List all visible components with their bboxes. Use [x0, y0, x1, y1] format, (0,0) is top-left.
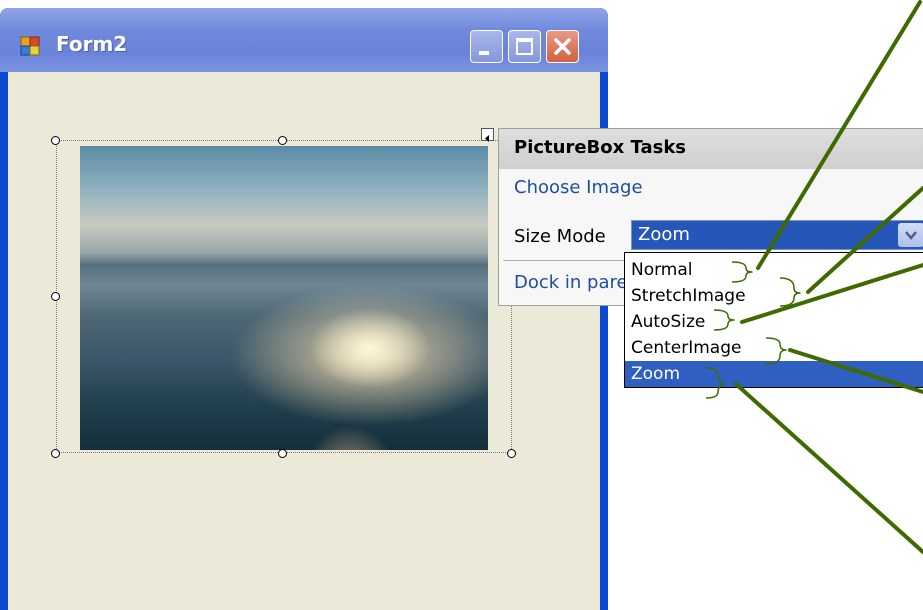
size-mode-value: Zoom [638, 224, 690, 245]
maximize-icon [516, 38, 533, 55]
option-normal[interactable]: Normal [625, 257, 923, 283]
resize-handle-bottom-middle[interactable] [278, 449, 287, 458]
resize-handle-bottom-left[interactable] [51, 449, 60, 458]
smart-tag-arrow-icon [485, 135, 489, 142]
resize-handle-middle-left[interactable] [51, 292, 60, 301]
dropdown-arrow-icon [905, 231, 917, 240]
close-button[interactable] [546, 30, 579, 63]
close-icon [554, 38, 571, 55]
app-icon [20, 36, 40, 56]
tasks-header: PictureBox Tasks [499, 129, 923, 169]
tasks-title: PictureBox Tasks [514, 137, 687, 158]
minimize-button[interactable] [470, 30, 503, 63]
resize-handle-bottom-right[interactable] [507, 449, 516, 458]
option-autosize[interactable]: AutoSize [625, 309, 923, 335]
minimize-icon [479, 51, 489, 55]
size-mode-label: Size Mode [514, 226, 606, 247]
smart-tag-glyph-icon[interactable] [481, 128, 494, 142]
choose-image-link[interactable]: Choose Image [514, 177, 643, 198]
dock-in-parent-link[interactable]: Dock in pare [514, 272, 628, 293]
size-mode-dropdown-button[interactable] [898, 223, 923, 247]
option-stretchimage[interactable]: StretchImage [625, 283, 923, 309]
maximize-button[interactable] [508, 30, 541, 63]
sunset-photo [80, 146, 488, 450]
option-zoom[interactable]: Zoom [625, 361, 923, 387]
title-bar[interactable]: Form2 [0, 8, 608, 72]
size-mode-dropdown-list: Normal StretchImage AutoSize CenterImage… [624, 252, 923, 388]
resize-handle-top-left[interactable] [51, 136, 60, 145]
resize-handle-top-middle[interactable] [278, 136, 287, 145]
size-mode-combobox[interactable]: Zoom [631, 220, 923, 250]
window-title: Form2 [56, 32, 128, 56]
option-centerimage[interactable]: CenterImage [625, 335, 923, 361]
arrow-zoom [734, 382, 923, 554]
